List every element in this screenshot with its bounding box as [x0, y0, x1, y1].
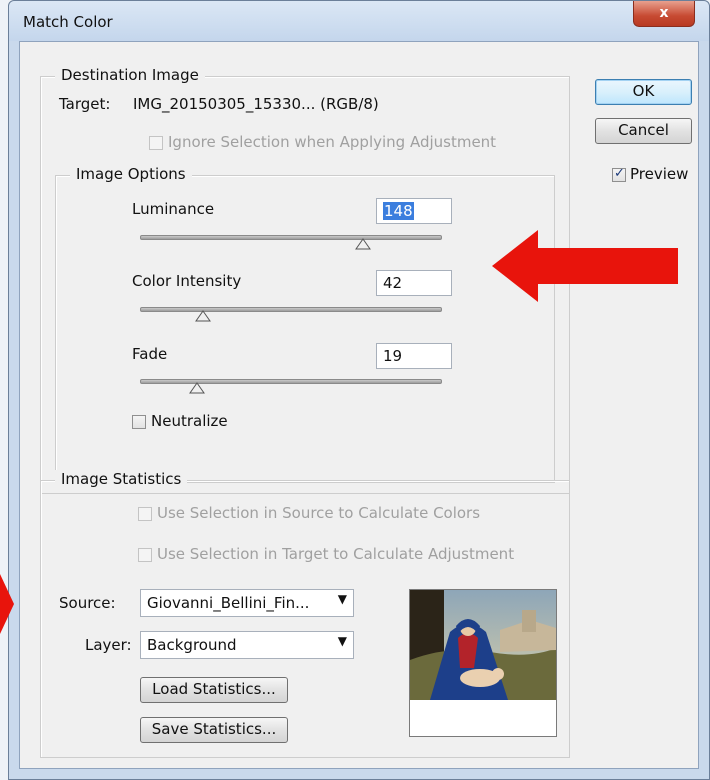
- luminance-input[interactable]: 148: [376, 198, 452, 224]
- luminance-slider-track[interactable]: [140, 235, 442, 240]
- preview-label: Preview: [630, 165, 689, 183]
- use-target-selection-checkbox[interactable]: [138, 548, 152, 562]
- source-label: Source:: [59, 594, 116, 612]
- image-statistics-group: Image Statistics Use Selection in Source…: [40, 470, 570, 758]
- luminance-label: Luminance: [132, 200, 215, 218]
- color-intensity-label: Color Intensity: [132, 272, 242, 290]
- ignore-selection-label: Ignore Selection when Applying Adjustmen…: [168, 133, 497, 151]
- dropdown-arrow-icon: ▼: [337, 634, 347, 648]
- source-painting-image: [410, 590, 556, 700]
- checkmark-icon: ✓: [614, 166, 625, 181]
- destination-image-label: Destination Image: [55, 66, 205, 84]
- fade-label: Fade: [132, 345, 168, 363]
- target-prefix: Target:: [59, 95, 111, 113]
- target-value: IMG_20150305_15330... (RGB/8): [133, 95, 379, 113]
- load-statistics-button[interactable]: Load Statistics...: [140, 677, 288, 703]
- layer-value: Background: [147, 636, 237, 654]
- neutralize-label: Neutralize: [151, 412, 228, 430]
- use-target-selection-label: Use Selection in Target to Calculate Adj…: [157, 545, 515, 563]
- color-intensity-slider-track[interactable]: [140, 307, 442, 312]
- fade-slider-track[interactable]: [140, 379, 442, 384]
- image-statistics-label: Image Statistics: [55, 470, 188, 488]
- dialog-title: Match Color: [23, 13, 113, 31]
- close-button[interactable]: x: [633, 1, 695, 27]
- use-source-selection-checkbox[interactable]: [138, 507, 152, 521]
- source-thumbnail: [409, 589, 557, 737]
- layer-dropdown[interactable]: Background ▼: [140, 631, 354, 659]
- color-intensity-input[interactable]: 42: [376, 270, 452, 296]
- match-color-dialog: Match Color x Destination Image Target: …: [8, 0, 710, 780]
- preview-checkbox[interactable]: ✓: [612, 166, 626, 182]
- image-options-label: Image Options: [70, 165, 192, 183]
- source-value: Giovanni_Bellini_Fin...: [147, 594, 310, 612]
- ok-button[interactable]: OK: [595, 79, 692, 105]
- annotation-arrow-left: [490, 228, 686, 308]
- source-dropdown[interactable]: Giovanni_Bellini_Fin... ▼: [140, 589, 354, 617]
- annotation-arrow-right-partial: [0, 574, 16, 638]
- use-source-selection-label: Use Selection in Source to Calculate Col…: [157, 504, 481, 522]
- dropdown-arrow-icon: ▼: [337, 592, 347, 606]
- neutralize-checkbox[interactable]: [132, 415, 146, 429]
- fade-input[interactable]: 19: [376, 343, 452, 369]
- image-options-group: Image Options Luminance 148 Color Intens…: [55, 165, 555, 483]
- layer-label: Layer:: [85, 636, 132, 654]
- cancel-button[interactable]: Cancel: [595, 118, 692, 144]
- dialog-body: Destination Image Target: IMG_20150305_1…: [19, 41, 699, 769]
- title-bar[interactable]: Match Color x: [9, 1, 709, 41]
- save-statistics-button[interactable]: Save Statistics...: [140, 717, 288, 743]
- ignore-selection-checkbox[interactable]: [149, 136, 163, 150]
